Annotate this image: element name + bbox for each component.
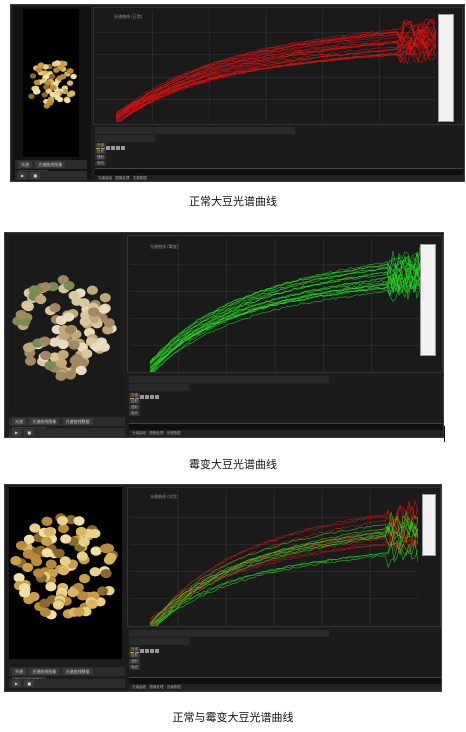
side-label-1[interactable]: 反射 <box>129 653 140 658</box>
screen-compare: 光谱 光谱曲线图像 光谱曲线数据 高光谱数据保存 ▶ ■ 光谱曲线 (对比) 光… <box>4 484 442 692</box>
caption-mold: 霉变大豆光谱曲线 <box>189 458 277 471</box>
soybean-thumbnail <box>23 9 79 157</box>
status-item: 图像处理 <box>149 685 164 689</box>
spectrum-plot <box>130 490 418 626</box>
spectrum-chart: 光谱曲线 (正常) <box>93 7 463 125</box>
side-label-3[interactable]: 吸收 <box>129 411 140 416</box>
timeline[interactable] <box>129 677 441 684</box>
side-label-2[interactable]: 透射 <box>95 155 106 160</box>
soybean-image <box>9 235 122 413</box>
timeline[interactable] <box>95 168 463 175</box>
status-bar: 光谱曲线 图像处理 光谱数据 <box>95 175 464 181</box>
side-label-0[interactable]: 光谱 <box>129 647 140 652</box>
tab-image[interactable]: 光谱曲线图像 <box>35 161 66 168</box>
stop-icon[interactable]: ■ <box>24 680 35 687</box>
tab-data[interactable]: 光谱曲线数据 <box>62 668 93 675</box>
screen-mold: 光谱 光谱曲线图像 光谱曲线数据 高光谱数据保存 ▶ ■ 光谱曲线 (霉变) 光… <box>4 232 444 438</box>
status-item: 光谱数据 <box>132 176 147 180</box>
playback-row: ▶ ■ <box>9 428 125 437</box>
status-item: 图像处理 <box>115 176 130 180</box>
side-label-3[interactable]: 吸收 <box>95 161 106 166</box>
play-icon[interactable]: ▶ <box>12 429 22 436</box>
status-item: 光谱数据 <box>166 431 181 435</box>
tab-spectrum[interactable]: 光谱 <box>12 418 26 425</box>
side-label-2[interactable]: 透射 <box>129 405 140 410</box>
tool-icons <box>129 638 189 653</box>
spectrum-chart: 光谱曲线 (对比) <box>127 487 441 627</box>
timeline[interactable] <box>129 423 443 430</box>
tab-row: 光谱 光谱曲线图像 光谱曲线数据 <box>15 160 87 177</box>
tab-row: 光谱 光谱曲线图像 光谱曲线数据 高光谱数据保存 <box>9 417 125 434</box>
soybean-thumbnail <box>9 235 122 413</box>
side-label-2[interactable]: 透射 <box>129 659 140 664</box>
status-item: 光谱数据 <box>166 685 181 689</box>
tab-data[interactable]: 光谱曲线数据 <box>62 418 93 425</box>
stop-icon[interactable]: ■ <box>30 172 41 179</box>
legend <box>422 494 436 556</box>
stop-icon[interactable]: ■ <box>24 429 35 436</box>
side-label-1[interactable]: 反射 <box>129 399 140 404</box>
spectrum-plot <box>130 238 420 372</box>
spectrum-plot <box>96 10 436 122</box>
palette-toolbar <box>95 127 295 142</box>
tool-icons <box>95 135 155 150</box>
caption-compare: 正常与霉变大豆光谱曲线 <box>172 711 294 724</box>
caption-normal: 正常大豆光谱曲线 <box>189 195 277 208</box>
left-column <box>13 7 91 179</box>
side-label-0[interactable]: 光谱 <box>95 143 106 148</box>
status-bar: 光谱曲线 图像处理 光谱数据 <box>129 684 441 691</box>
tab-spectrum[interactable]: 光谱 <box>12 668 26 675</box>
text-cursor <box>444 426 445 442</box>
status-item: 光谱曲线 <box>132 431 146 435</box>
soybean-image <box>23 9 79 157</box>
legend <box>438 14 454 122</box>
tab-image[interactable]: 光谱曲线图像 <box>29 418 60 425</box>
side-label-0[interactable]: 光谱 <box>129 393 140 398</box>
tab-row: 光谱 光谱曲线图像 光谱曲线数据 高光谱数据保存 <box>9 667 125 684</box>
palette-toolbar <box>129 376 329 391</box>
legend <box>420 244 436 356</box>
spectrum-chart: 光谱曲线 (霉变) <box>127 235 443 373</box>
status-item: 图像处理 <box>149 431 164 435</box>
status-item: 光谱曲线 <box>98 176 112 180</box>
playback-row: ▶ ■ <box>9 679 125 688</box>
tool-icons <box>129 384 189 399</box>
soybean-thumbnail <box>9 487 122 659</box>
status-bar: 光谱曲线 图像处理 光谱数据 <box>129 430 443 437</box>
tab-spectrum[interactable]: 光谱 <box>18 161 32 168</box>
palette-toolbar <box>129 630 329 645</box>
playback-row: ▶ ■ <box>15 171 87 180</box>
status-item: 光谱曲线 <box>132 685 146 689</box>
soybean-image <box>9 487 122 659</box>
tab-image[interactable]: 光谱曲线图像 <box>29 668 60 675</box>
play-icon[interactable]: ▶ <box>18 172 28 179</box>
screen-normal: 光谱 光谱曲线图像 光谱曲线数据 ▶ ■ 光谱曲线 (正常) 光谱 反射 透射 … <box>10 4 465 182</box>
side-label-3[interactable]: 吸收 <box>129 665 140 670</box>
side-label-1[interactable]: 反射 <box>95 149 106 154</box>
play-icon[interactable]: ▶ <box>12 680 22 687</box>
